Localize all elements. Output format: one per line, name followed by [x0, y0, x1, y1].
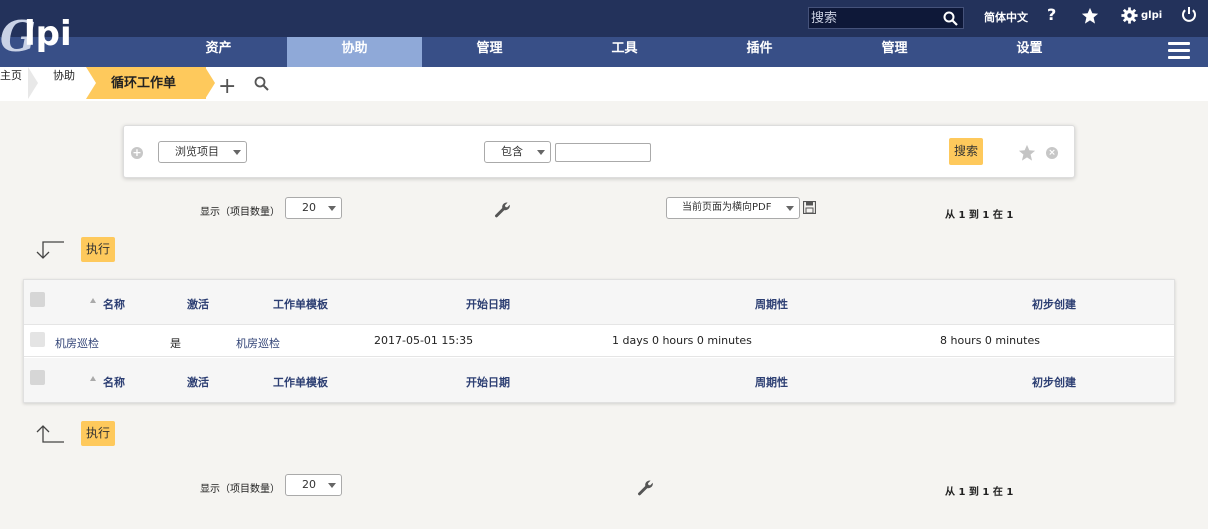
logo-text: lpi — [24, 14, 72, 54]
paging-info: 从 1 到 1 在 1 — [945, 210, 1014, 221]
display-count-label: 显示（项目数量） — [200, 207, 280, 218]
chevron-down-icon — [537, 150, 545, 155]
execute-action-button-bottom[interactable]: 执行 — [81, 421, 115, 446]
row-checkbox[interactable] — [30, 332, 45, 347]
gear-icon[interactable] — [1121, 7, 1138, 24]
select-all-checkbox-bottom[interactable] — [30, 370, 45, 385]
logout-power-icon[interactable] — [1181, 6, 1197, 23]
row-periodicity: 1 days 0 hours 0 minutes — [612, 334, 752, 347]
column-footer-template[interactable]: 工作单模板 — [273, 374, 328, 390]
display-count-select[interactable]: 20 — [285, 197, 342, 219]
breadcrumb-separator — [86, 67, 96, 99]
results-table: 名称 激活 工作单模板 开始日期 周期性 初步创建 机房巡检 是 机房巡检 20… — [23, 279, 1175, 403]
save-search-star-icon[interactable] — [1018, 144, 1036, 162]
column-header-name[interactable]: 名称 — [103, 296, 125, 312]
nav-item-administration[interactable]: 管理 — [827, 37, 962, 67]
export-save-icon[interactable] — [803, 201, 816, 214]
nav-item-plugins[interactable]: 插件 — [692, 37, 827, 67]
export-format-select[interactable]: 当前页面为横向PDF — [666, 197, 800, 219]
row-template-link[interactable]: 机房巡检 — [236, 335, 280, 351]
nav-item-management[interactable]: 管理 — [422, 37, 557, 67]
global-search-input[interactable] — [811, 10, 935, 26]
paging-info-bottom: 从 1 到 1 在 1 — [945, 487, 1014, 498]
nav-item-setup[interactable]: 设置 — [962, 37, 1097, 67]
breadcrumb-helpdesk[interactable]: 协助 — [30, 67, 90, 99]
search-icon[interactable] — [254, 76, 269, 91]
chevron-down-icon — [328, 206, 336, 211]
field-select[interactable]: 浏览项目 — [158, 141, 247, 163]
column-header-start-date[interactable]: 开始日期 — [466, 296, 510, 312]
chevron-down-icon — [786, 206, 794, 211]
help-question-icon[interactable]: ? — [1047, 5, 1056, 24]
user-name[interactable]: glpi — [1141, 10, 1162, 21]
menu-hamburger-icon[interactable] — [1168, 42, 1190, 60]
arrow-down-left-icon — [36, 241, 64, 259]
row-anticipation: 8 hours 0 minutes — [940, 334, 1040, 347]
column-footer-start-date[interactable]: 开始日期 — [466, 374, 510, 390]
criterion-value-input[interactable] — [555, 143, 651, 162]
field-select-value: 浏览项目 — [175, 145, 219, 158]
display-count-label-bottom: 显示（项目数量） — [200, 484, 280, 495]
nav-item-helpdesk[interactable]: 协助 — [287, 37, 422, 67]
search-criteria-panel: + 浏览项目 包含 搜索 × — [123, 125, 1075, 178]
display-count-select-bottom[interactable]: 20 — [285, 474, 342, 496]
search-button[interactable]: 搜索 — [949, 138, 983, 165]
nav-item-assets[interactable]: 资产 — [151, 37, 286, 67]
column-header-active[interactable]: 激活 — [187, 296, 209, 312]
row-name-link[interactable]: 机房巡检 — [55, 335, 99, 351]
wrench-icon[interactable] — [494, 201, 512, 219]
operator-select-value: 包含 — [501, 145, 523, 158]
display-count-value: 20 — [302, 201, 316, 214]
export-format-value: 当前页面为横向PDF — [682, 202, 772, 213]
wrench-icon[interactable] — [637, 479, 655, 497]
chevron-down-icon — [233, 150, 241, 155]
bookmark-star-icon[interactable] — [1081, 7, 1099, 25]
reset-search-close-icon[interactable]: × — [1046, 147, 1058, 159]
language-selector[interactable]: 简体中文 — [984, 9, 1028, 25]
breadcrumb-home[interactable]: 主页 — [0, 67, 28, 99]
column-footer-periodicity[interactable]: 周期性 — [755, 374, 788, 390]
global-search — [808, 7, 964, 29]
operator-select[interactable]: 包含 — [484, 141, 551, 163]
display-count-value: 20 — [302, 478, 316, 491]
row-active: 是 — [170, 337, 181, 350]
execute-action-button-top[interactable]: 执行 — [81, 237, 115, 262]
column-footer-name[interactable]: 名称 — [103, 374, 125, 390]
arrow-up-left-icon — [36, 425, 64, 443]
breadcrumb-separator — [205, 67, 215, 99]
column-header-anticipation[interactable]: 初步创建 — [1032, 296, 1076, 312]
breadcrumb-current: 循环工作单 — [86, 67, 206, 99]
add-criterion-plus-icon[interactable]: + — [131, 147, 143, 159]
search-icon[interactable] — [943, 11, 958, 26]
add-plus-icon[interactable]: + — [218, 74, 236, 99]
chevron-down-icon — [328, 483, 336, 488]
sort-arrow-icon — [90, 376, 96, 381]
row-start-date: 2017-05-01 15:35 — [374, 334, 474, 347]
column-footer-anticipation[interactable]: 初步创建 — [1032, 374, 1076, 390]
nav-item-tools[interactable]: 工具 — [557, 37, 692, 67]
sort-arrow-icon — [90, 298, 96, 303]
glpi-logo[interactable]: G lpi — [0, 8, 90, 61]
column-header-template[interactable]: 工作单模板 — [273, 296, 328, 312]
main-nav: 资产 协助 管理 工具 插件 管理 设置 — [0, 37, 1208, 67]
column-header-periodicity[interactable]: 周期性 — [755, 296, 788, 312]
column-footer-active[interactable]: 激活 — [187, 374, 209, 390]
select-all-checkbox[interactable] — [30, 292, 45, 307]
